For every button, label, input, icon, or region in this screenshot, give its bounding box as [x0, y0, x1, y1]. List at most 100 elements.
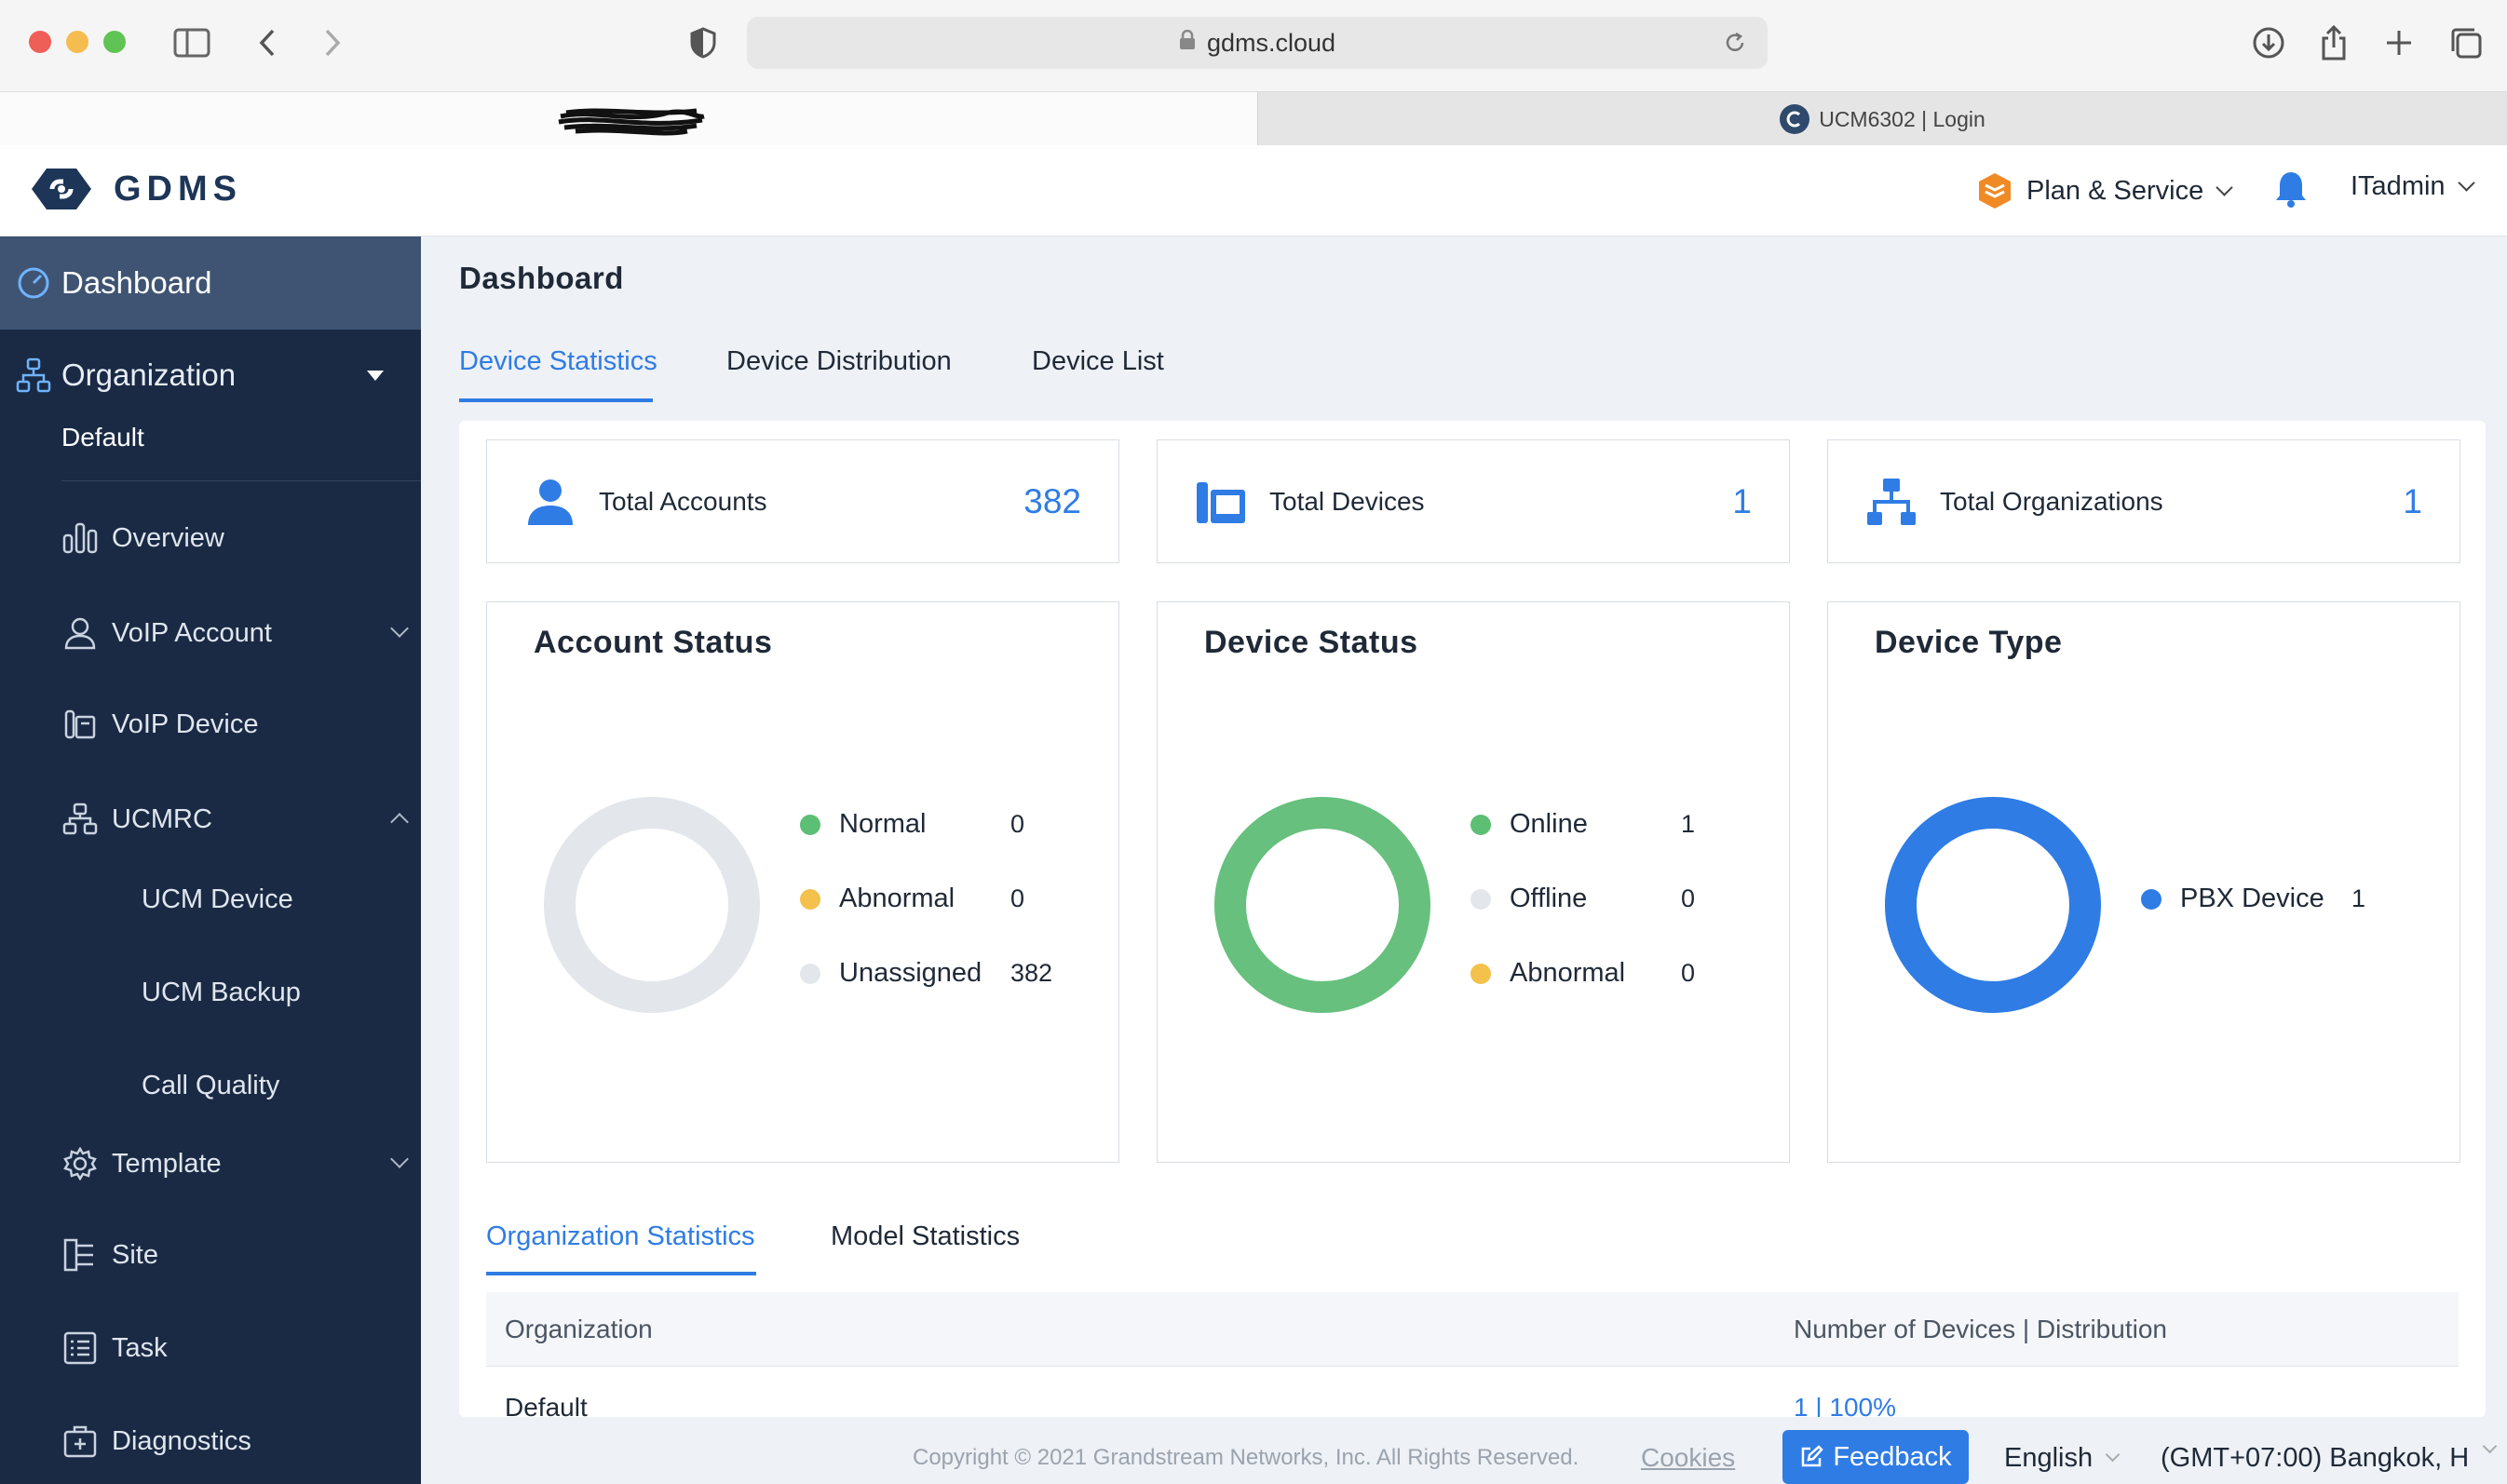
sidebar-item-ucm-backup[interactable]: UCM Backup — [142, 978, 301, 1008]
user-icon — [61, 614, 99, 652]
sidebar-item-ucm-device[interactable]: UCM Device — [142, 884, 293, 915]
notification-bell-icon[interactable] — [2274, 169, 2308, 209]
active-tab-indicator — [459, 398, 653, 402]
plan-service-label: Plan & Service — [2026, 175, 2204, 206]
legend-abnormal[interactable]: Abnormal 0 — [1470, 958, 1695, 989]
feedback-button[interactable]: Feedback — [1782, 1430, 1969, 1484]
account-status-donut — [544, 797, 760, 1013]
stat-value[interactable]: 1 — [1732, 482, 1752, 521]
sidebar-item-diagnostics[interactable]: Diagnostics — [61, 1413, 406, 1469]
device-status-card: Device Status Online 1 Offline 0 Abnorma… — [1157, 601, 1790, 1163]
cell-organization: Default — [505, 1393, 588, 1417]
legend-label: Unassigned — [839, 958, 982, 988]
tab-organization-statistics[interactable]: Organization Statistics — [486, 1221, 755, 1252]
selected-organization[interactable]: Default — [61, 423, 144, 452]
legend-label: Abnormal — [1510, 958, 1626, 988]
sidebar-item-dashboard[interactable]: Dashboard — [0, 236, 421, 330]
user-menu[interactable]: ITadmin — [2351, 171, 2475, 202]
sidebar-item-site[interactable]: Site — [61, 1227, 406, 1283]
table-row: Default 1 | 100% — [486, 1367, 2459, 1417]
cell-distribution[interactable]: 1 | 100% — [1794, 1393, 1896, 1417]
gdms-logo[interactable]: GDMS — [30, 166, 242, 212]
sidebar-divider — [61, 480, 421, 481]
sidebar-item-label: VoIP Account — [112, 617, 272, 648]
legend-label: Abnormal — [839, 884, 955, 913]
legend-pbx-device[interactable]: PBX Device 1 — [2141, 884, 2365, 914]
legend-dot — [800, 888, 820, 910]
browser-tab-ucm[interactable]: UCM6302 | Login — [1257, 92, 2507, 146]
reload-icon[interactable] — [1723, 30, 1747, 62]
column-header-distribution[interactable]: Number of Devices | Distribution — [1794, 1315, 2167, 1344]
legend-abnormal[interactable]: Abnormal 0 — [800, 884, 1024, 914]
browser-tab-redacted[interactable] — [0, 92, 1257, 146]
phone-device-icon — [61, 706, 99, 743]
caret-down-icon — [367, 371, 384, 381]
legend-online[interactable]: Online 1 — [1470, 809, 1695, 840]
column-header-organization[interactable]: Organization — [505, 1315, 653, 1344]
legend-value: 0 — [1681, 884, 1696, 912]
stat-value[interactable]: 1 — [2403, 482, 2422, 521]
legend-normal[interactable]: Normal 0 — [800, 809, 1024, 840]
sidebar-item-label: Site — [112, 1239, 158, 1270]
plan-service-icon — [1979, 173, 2011, 209]
browser-toolbar: gdms.cloud — [0, 0, 2507, 91]
forward-icon[interactable] — [317, 22, 348, 63]
tab-overview-icon[interactable] — [2447, 22, 2485, 63]
device-icon — [1191, 472, 1251, 532]
chevron-up-icon — [390, 813, 409, 831]
new-tab-icon[interactable] — [2382, 22, 2416, 63]
chevron-down-icon — [2105, 1447, 2121, 1463]
sidebar-item-voip-device[interactable]: VoIP Device — [61, 696, 406, 752]
cookies-link[interactable]: Cookies — [1641, 1443, 1735, 1473]
browser-tab-strip: UCM6302 | Login — [0, 91, 2507, 146]
chevron-down-icon — [2216, 178, 2233, 196]
tab-device-statistics[interactable]: Device Statistics — [459, 346, 657, 377]
sidebar-item-overview[interactable]: Overview — [61, 510, 406, 566]
window-zoom-button[interactable] — [103, 31, 126, 53]
app-header: GDMS Plan & Service ITadmin — [0, 145, 2507, 236]
privacy-shield-icon[interactable] — [687, 22, 719, 63]
sidebar-toggle-icon[interactable] — [171, 22, 212, 63]
sidebar: Dashboard Organization Default Overview … — [0, 236, 421, 1484]
sidebar-item-label: UCMRC — [112, 803, 212, 834]
tab-device-distribution[interactable]: Device Distribution — [726, 346, 952, 377]
task-list-icon — [61, 1329, 99, 1367]
address-bar[interactable]: gdms.cloud — [747, 17, 1768, 69]
organization-selector[interactable]: Organization — [15, 346, 406, 404]
back-icon[interactable] — [251, 22, 283, 63]
legend-offline[interactable]: Offline 0 — [1470, 884, 1695, 914]
tab-device-list[interactable]: Device List — [1032, 346, 1164, 377]
ucm-favicon-icon — [1780, 104, 1810, 134]
tab-model-statistics[interactable]: Model Statistics — [831, 1221, 1020, 1252]
downloads-icon[interactable] — [2250, 22, 2287, 63]
legend-value: 0 — [1010, 810, 1025, 838]
device-status-donut — [1214, 797, 1430, 1013]
chevron-down-icon — [390, 619, 409, 638]
site-tree-icon — [61, 1236, 99, 1274]
legend-value: 0 — [1681, 959, 1696, 987]
window-close-button[interactable] — [29, 31, 51, 53]
organization-label: Organization — [61, 358, 237, 392]
plan-service-menu[interactable]: Plan & Service — [1976, 171, 2233, 210]
legend-value: 0 — [1010, 884, 1025, 912]
sidebar-item-template[interactable]: Template — [61, 1136, 409, 1192]
sidebar-item-voip-account[interactable]: VoIP Account — [61, 605, 409, 661]
redaction-scribble — [558, 108, 705, 136]
page-title: Dashboard — [459, 261, 624, 295]
sidebar-item-task[interactable]: Task — [61, 1320, 406, 1376]
active-tab-indicator — [486, 1272, 756, 1275]
sidebar-item-ucmrc[interactable]: UCMRC — [61, 791, 409, 847]
stat-value[interactable]: 382 — [1023, 482, 1081, 521]
legend-dot — [1470, 814, 1491, 835]
window-minimize-button[interactable] — [66, 31, 88, 53]
share-icon[interactable] — [2317, 22, 2351, 63]
chevron-down-icon — [390, 1150, 409, 1168]
chevron-down-icon — [2482, 1438, 2498, 1454]
legend-label: Online — [1510, 809, 1588, 839]
legend-unassigned[interactable]: Unassigned 382 — [800, 958, 1052, 989]
sidebar-item-label: VoIP Device — [112, 708, 259, 739]
language-select[interactable]: English — [2004, 1443, 2121, 1474]
network-icon — [61, 801, 99, 838]
timezone-select[interactable]: (GMT+07:00) Bangkok, H — [2161, 1443, 2469, 1474]
sidebar-item-call-quality[interactable]: Call Quality — [142, 1071, 279, 1101]
